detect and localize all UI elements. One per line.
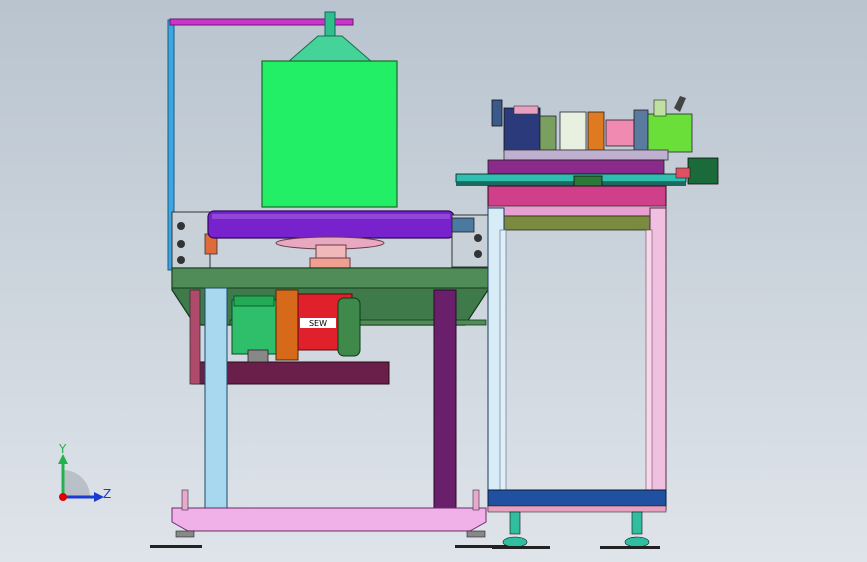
label-block-orange bbox=[587, 111, 605, 151]
drive-coupler-right bbox=[675, 167, 691, 179]
hopper-box bbox=[261, 60, 398, 208]
right-frame-inner-post bbox=[499, 229, 507, 493]
left-machine-assembly[interactable]: SEW bbox=[150, 11, 507, 548]
motor-panel-label: SEW bbox=[309, 319, 327, 328]
cad-3d-viewport[interactable]: SEW Y Z bbox=[0, 0, 867, 562]
right-machine-assembly[interactable] bbox=[455, 96, 719, 549]
right-frame-top bbox=[487, 185, 667, 209]
label-roll-1 bbox=[539, 115, 557, 151]
turntable-base bbox=[309, 257, 351, 269]
right-frame-olive-beam bbox=[499, 215, 651, 231]
hopper-cone bbox=[286, 35, 374, 63]
triad-y-label: Y bbox=[58, 442, 67, 456]
hopper-spindle bbox=[324, 11, 336, 37]
right-frame-foot-right bbox=[600, 511, 660, 549]
motor-gearbox bbox=[275, 289, 299, 361]
roller-bracket-left-hole-3 bbox=[177, 256, 185, 264]
label-drive-cap bbox=[513, 105, 539, 115]
gear-motor[interactable]: SEW bbox=[231, 289, 361, 363]
conveyor-rail bbox=[455, 173, 687, 183]
motor-fan-cover bbox=[337, 297, 361, 357]
drive-motor-right bbox=[687, 157, 719, 185]
label-roll-green bbox=[647, 113, 693, 153]
motor-terminal-box bbox=[233, 295, 275, 307]
label-mount-base bbox=[487, 159, 665, 175]
motor-body-green bbox=[231, 299, 279, 355]
right-frame-inner-post-2 bbox=[645, 229, 653, 493]
roller-bracket-left-hole-1 bbox=[177, 222, 185, 230]
roller-bracket-right-hole-2 bbox=[474, 250, 482, 258]
conveyor-rail-shadow bbox=[456, 182, 686, 186]
base-plate bbox=[171, 507, 487, 532]
label-arm-top bbox=[653, 99, 667, 117]
right-frame-top-rail bbox=[487, 205, 667, 217]
work-table-top-face bbox=[171, 267, 489, 289]
triad-xy-arc bbox=[63, 470, 90, 497]
label-mount-rail bbox=[503, 149, 669, 161]
label-lever bbox=[674, 96, 686, 112]
roller-bracket-right-hole-1 bbox=[474, 234, 482, 242]
right-frame-bottom-beam bbox=[487, 489, 667, 507]
left-leg-light bbox=[204, 287, 228, 511]
label-reel-hub bbox=[491, 99, 503, 127]
label-roll-2 bbox=[559, 111, 587, 151]
lower-shelf-side bbox=[189, 289, 201, 385]
roller-shaft-end bbox=[451, 217, 475, 233]
triad-z-label: Z bbox=[103, 487, 111, 501]
right-frame-bottom-rail bbox=[487, 505, 667, 513]
label-peel-block bbox=[633, 109, 649, 153]
right-leg-dark bbox=[433, 289, 457, 511]
turntable-hub bbox=[315, 244, 347, 260]
label-block-pink bbox=[605, 119, 635, 147]
motor-shaft-block bbox=[247, 349, 269, 363]
right-frame-leg-right bbox=[649, 207, 667, 511]
right-frame-foot-left bbox=[492, 511, 550, 549]
coordinate-triad: Y Z bbox=[58, 442, 111, 502]
label-drive-block bbox=[503, 107, 541, 153]
roller-bracket-left-hole-2 bbox=[177, 240, 185, 248]
main-roller-highlight bbox=[212, 214, 450, 219]
triad-origin bbox=[59, 493, 67, 501]
